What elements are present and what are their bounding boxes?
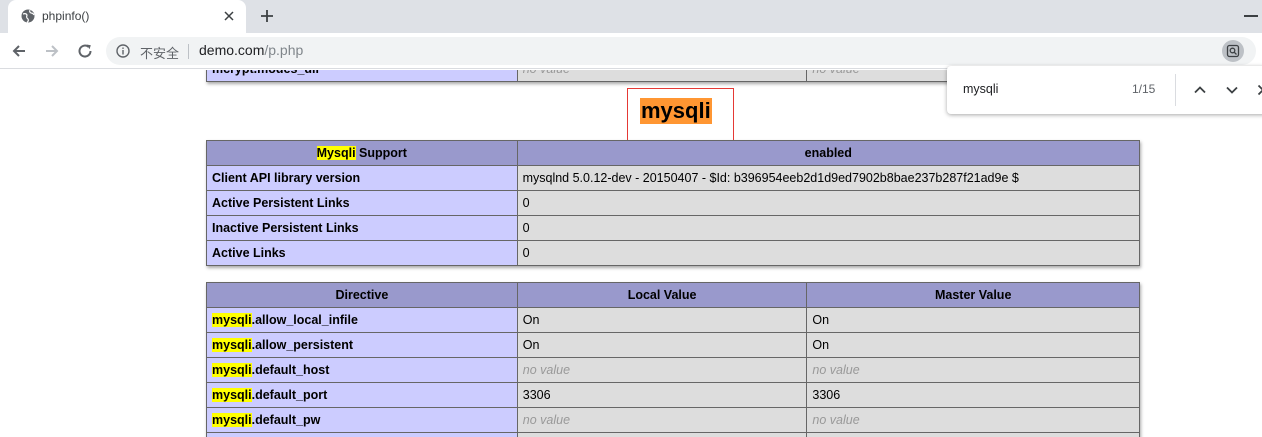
local-value: On: [516, 332, 808, 358]
row-value: 0: [516, 240, 1141, 266]
info-icon[interactable]: [116, 44, 130, 58]
browser-toolbar: 不安全 demo.com/p.php: [0, 33, 1262, 69]
chevron-up-icon[interactable]: [1192, 82, 1208, 98]
row-label: Client API library version: [206, 165, 518, 191]
local-value-header: Local Value: [516, 282, 808, 308]
table-header-row: Mysqli Support enabled: [206, 140, 1141, 166]
find-bar: mysqli 1/15: [947, 66, 1262, 114]
url-text[interactable]: demo.com/p.php: [199, 42, 303, 58]
url-host: demo.com: [199, 42, 265, 58]
table-row: Inactive Persistent Links 0: [206, 215, 1141, 241]
table-row: [206, 432, 1140, 437]
local-value: [516, 432, 808, 437]
table-row: mysqli.allow_persistent On On: [206, 332, 1140, 358]
find-divider: [1175, 74, 1176, 106]
directive-name: mcrypt.modes_dir: [206, 70, 518, 82]
table-row: Active Persistent Links 0: [206, 190, 1141, 216]
back-arrow-icon[interactable]: [10, 42, 28, 60]
address-bar[interactable]: 不安全 demo.com/p.php: [106, 37, 1256, 65]
master-value: no value: [806, 357, 1140, 383]
search-page-icon: [1226, 44, 1240, 58]
row-label: Inactive Persistent Links: [206, 215, 518, 241]
master-value-header: Master Value: [806, 282, 1140, 308]
tab-title: phpinfo(): [42, 9, 90, 23]
table-row: Active Links 0: [206, 240, 1141, 266]
match-highlight: mysqli: [212, 413, 252, 427]
directive-name: mysqli.allow_persistent: [206, 332, 518, 358]
table-row: mysqli.default_port 3306 3306: [206, 382, 1140, 408]
local-value: On: [516, 307, 808, 333]
row-label: Active Links: [206, 240, 518, 266]
master-value: On: [806, 307, 1140, 333]
support-value-header: enabled: [516, 140, 1141, 166]
table-row: mysqli.default_pw no value no value: [206, 407, 1140, 433]
directive-name: [206, 432, 518, 437]
directive-suffix: .allow_persistent: [251, 338, 354, 352]
match-highlight: mysqli: [212, 363, 252, 377]
local-value: no value: [516, 357, 808, 383]
globe-icon: [21, 9, 35, 23]
find-in-page-button[interactable]: [1222, 40, 1244, 62]
row-label: Active Persistent Links: [206, 190, 518, 216]
directive-suffix: .default_port: [251, 388, 328, 402]
table-row: mysqli.default_host no value no value: [206, 357, 1140, 383]
section-title: mysqli: [640, 98, 712, 124]
directive-suffix: .default_host: [251, 363, 330, 377]
minimize-icon[interactable]: [1244, 15, 1258, 17]
page-content: mcrypt.modes_dir no value no value mysql…: [0, 70, 1262, 437]
match-highlight: mysqli: [212, 388, 252, 402]
find-input[interactable]: mysqli: [963, 82, 998, 96]
row-value: mysqlnd 5.0.12-dev - 20150407 - $Id: b39…: [516, 165, 1141, 191]
reload-icon[interactable]: [76, 42, 94, 60]
row-value: 0: [516, 190, 1141, 216]
directive-name: mysqli.default_pw: [206, 407, 518, 433]
security-label[interactable]: 不安全: [140, 43, 179, 62]
master-value: On: [806, 332, 1140, 358]
local-value: no value: [516, 407, 808, 433]
table-header-row: Directive Local Value Master Value: [206, 282, 1140, 308]
master-value: [806, 432, 1140, 437]
row-value: 0: [516, 215, 1141, 241]
table-row: Client API library version mysqlnd 5.0.1…: [206, 165, 1141, 191]
chevron-down-icon[interactable]: [1224, 82, 1240, 98]
url-path: /p.php: [264, 42, 304, 58]
mysqli-support-table: Mysqli Support enabled Client API librar…: [206, 140, 1141, 266]
directive-suffix: .allow_local_infile: [251, 313, 358, 327]
support-header-highlight: Mysqli: [316, 146, 356, 160]
browser-tab[interactable]: phpinfo(): [8, 0, 246, 33]
tab-strip: phpinfo(): [0, 0, 1262, 33]
directive-name: mysqli.default_host: [206, 357, 518, 383]
new-tab-icon[interactable]: [259, 8, 275, 24]
close-icon[interactable]: [1255, 82, 1262, 98]
master-value: no value: [806, 407, 1140, 433]
directive-name: mysqli.default_port: [206, 382, 518, 408]
directive-header: Directive: [206, 282, 518, 308]
support-header-rest: Support: [355, 146, 407, 160]
local-value: 3306: [516, 382, 808, 408]
directive-suffix: .default_pw: [251, 413, 321, 427]
match-highlight: mysqli: [212, 313, 252, 327]
master-value: 3306: [806, 382, 1140, 408]
mysqli-directive-table: Directive Local Value Master Value mysql…: [206, 282, 1140, 437]
directive-name: mysqli.allow_local_infile: [206, 307, 518, 333]
table-row: mysqli.allow_local_infile On On: [206, 307, 1140, 333]
match-highlight: mysqli: [212, 338, 252, 352]
support-header: Mysqli Support: [206, 140, 518, 166]
find-match-count: 1/15: [1132, 82, 1156, 96]
forward-arrow-icon[interactable]: [43, 42, 61, 60]
close-icon[interactable]: [222, 9, 236, 23]
url-divider: [188, 44, 189, 59]
local-value: no value: [516, 70, 808, 82]
